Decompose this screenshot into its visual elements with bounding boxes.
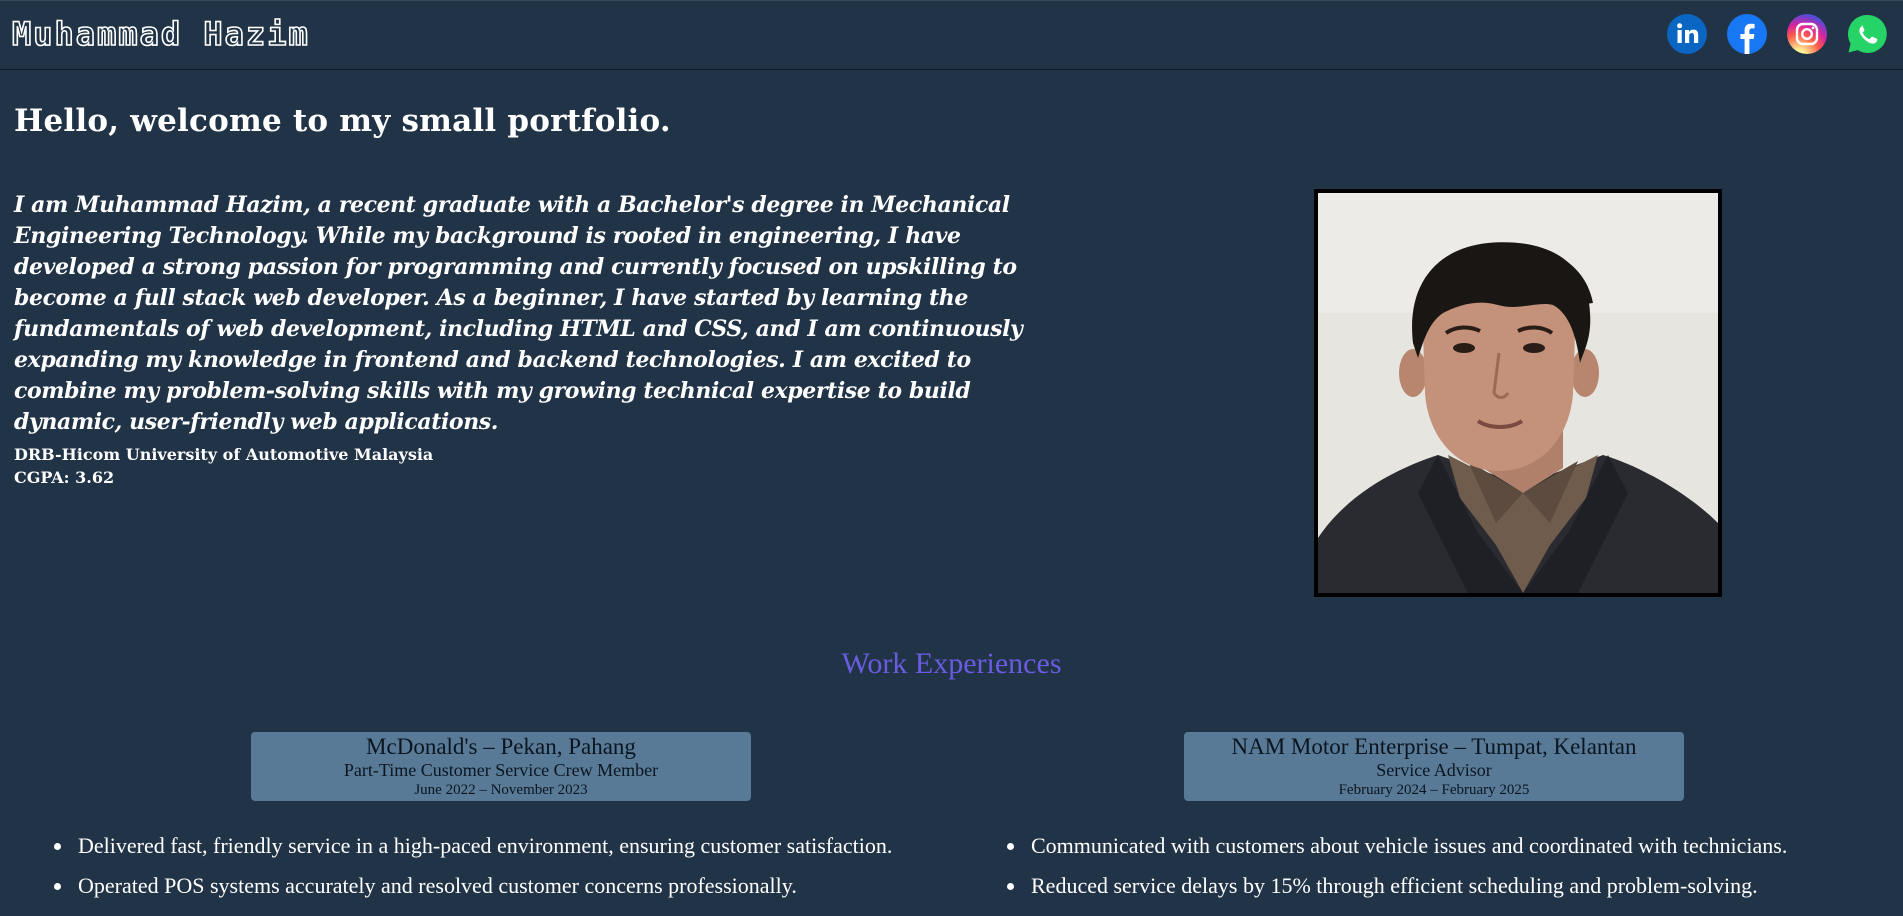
list-item: Operated POS systems accurately and reso… xyxy=(74,866,1034,906)
job-dates: June 2022 – November 2023 xyxy=(414,782,588,798)
job-card-nam-motor: NAM Motor Enterprise – Tumpat, Kelantan … xyxy=(1184,732,1684,801)
work-experiences-heading: Work Experiences xyxy=(841,647,1062,680)
site-header: Muhammad Hazim xyxy=(0,0,1903,70)
job-card-mcdonalds: McDonald's – Pekan, Pahang Part-Time Cus… xyxy=(251,732,751,801)
greeting-heading: Hello, welcome to my small portfolio. xyxy=(14,103,671,139)
list-item: Delivered fast, friendly service in a hi… xyxy=(74,826,1034,866)
whatsapp-icon[interactable] xyxy=(1846,13,1888,55)
social-links xyxy=(1666,13,1888,55)
job-role: Service Advisor xyxy=(1376,760,1492,780)
job-dates: February 2024 – February 2025 xyxy=(1338,782,1530,798)
job-company: McDonald's – Pekan, Pahang xyxy=(366,734,636,759)
linkedin-icon[interactable] xyxy=(1666,13,1708,55)
list-item: Reduced service delays by 15% through ef… xyxy=(1027,866,1903,906)
cgpa-text: CGPA: 3.62 xyxy=(14,468,115,487)
site-brand[interactable]: Muhammad Hazim xyxy=(11,14,310,54)
instagram-icon[interactable] xyxy=(1786,13,1828,55)
list-item: Communicated with customers about vehicl… xyxy=(1027,826,1903,866)
job-duties-list-mcdonalds: Delivered fast, friendly service in a hi… xyxy=(14,826,1034,906)
job-company: NAM Motor Enterprise – Tumpat, Kelantan xyxy=(1231,734,1637,759)
university-name: DRB-Hicom University of Automotive Malay… xyxy=(14,445,434,464)
profile-photo xyxy=(1314,189,1722,597)
education-block: DRB-Hicom University of Automotive Malay… xyxy=(14,443,433,489)
job-duties-list-nam-motor: Communicated with customers about vehicl… xyxy=(967,826,1903,906)
facebook-icon[interactable] xyxy=(1726,13,1768,55)
portrait-illustration xyxy=(1318,193,1718,593)
intro-paragraph: I am Muhammad Hazim, a recent graduate w… xyxy=(14,192,1023,435)
job-role: Part-Time Customer Service Crew Member xyxy=(343,760,659,780)
